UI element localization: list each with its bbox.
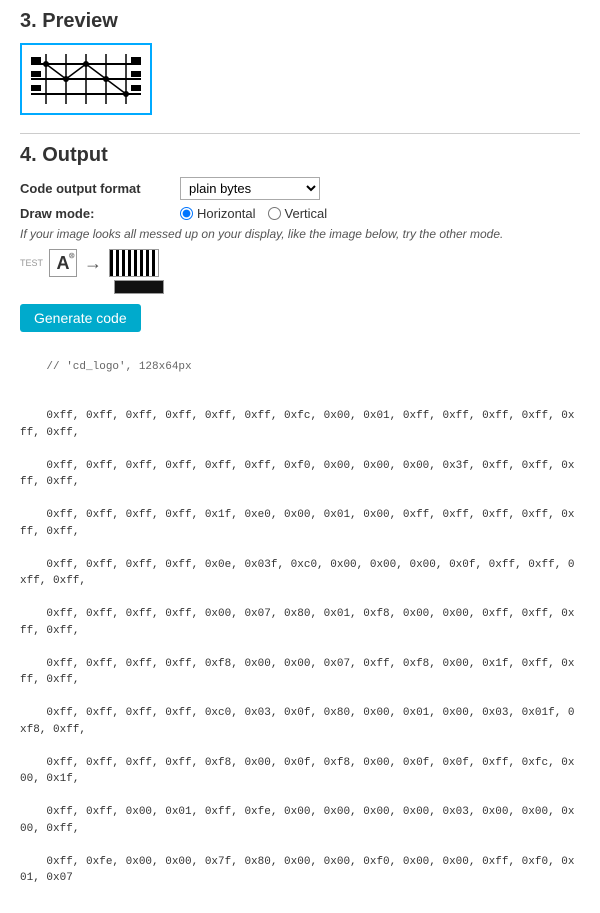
code-format-label: Code output format xyxy=(20,181,180,196)
output-section-title: 4. Output xyxy=(20,144,580,167)
code-line-6: 0xff, 0xff, 0xff, 0xff, 0xc0, 0x03, 0x0f… xyxy=(20,707,575,736)
code-line-2: 0xff, 0xff, 0xff, 0xff, 0x1f, 0xe0, 0x00… xyxy=(20,509,575,538)
code-line-7: 0xff, 0xff, 0xff, 0xff, 0xf8, 0x00, 0x0f… xyxy=(20,757,575,786)
code-format-control: plain bytes Arduino array hex string xyxy=(180,177,320,200)
draw-mode-label: Draw mode: xyxy=(20,206,180,221)
hint-lines-image xyxy=(109,249,159,277)
hint-black-image xyxy=(114,280,164,294)
generate-code-button[interactable]: Generate code xyxy=(20,304,141,332)
hint-spacer2 xyxy=(52,280,80,294)
draw-mode-vertical-label[interactable]: Vertical xyxy=(268,206,328,221)
draw-mode-hint: TEST A ⊗ → xyxy=(20,249,580,294)
code-line-9: 0xff, 0xfe, 0x00, 0x00, 0x7f, 0x80, 0x00… xyxy=(20,856,575,885)
code-line-0: 0xff, 0xff, 0xff, 0xff, 0xff, 0xff, 0xfc… xyxy=(20,410,575,439)
preview-section-title: 3. Preview xyxy=(20,10,580,33)
code-format-row: Code output format plain bytes Arduino a… xyxy=(20,177,580,200)
hint-images-column: TEST A ⊗ → xyxy=(20,249,164,294)
draw-mode-row: Draw mode: Horizontal Vertical xyxy=(20,206,580,221)
hint-letter-overlay: ⊗ xyxy=(68,251,75,260)
divider xyxy=(20,133,580,134)
code-line-1: 0xff, 0xff, 0xff, 0xff, 0xff, 0xff, 0xf0… xyxy=(20,460,575,489)
code-comment: // 'cd_logo', 128x64px xyxy=(46,361,191,373)
preview-image xyxy=(26,49,146,109)
hint-letter-box: A ⊗ xyxy=(49,249,77,277)
preview-section: 3. Preview xyxy=(20,10,580,118)
hint-row-top: TEST A ⊗ → xyxy=(20,249,164,277)
code-line-4: 0xff, 0xff, 0xff, 0xff, 0x00, 0x07, 0x80… xyxy=(20,608,575,637)
hint-text: If your image looks all messed up on you… xyxy=(20,227,580,241)
test-label: TEST xyxy=(20,258,43,268)
draw-mode-vertical-radio[interactable] xyxy=(268,207,281,220)
draw-mode-vertical-text: Vertical xyxy=(285,206,328,221)
preview-image-box xyxy=(20,43,152,115)
hint-spacer xyxy=(20,280,48,294)
code-line-3: 0xff, 0xff, 0xff, 0xff, 0x0e, 0x03f, 0xc… xyxy=(20,559,575,588)
code-line-5: 0xff, 0xff, 0xff, 0xff, 0xf8, 0x00, 0x00… xyxy=(20,658,575,687)
code-line-8: 0xff, 0xff, 0x00, 0x01, 0xff, 0xfe, 0x00… xyxy=(20,806,575,835)
hint-arrow: → xyxy=(84,253,102,274)
hint-row-bottom xyxy=(20,280,164,294)
draw-mode-horizontal-text: Horizontal xyxy=(197,206,256,221)
code-output: // 'cd_logo', 128x64px 0xff, 0xff, 0xff,… xyxy=(20,342,580,903)
code-format-select[interactable]: plain bytes Arduino array hex string xyxy=(180,177,320,200)
output-section: 4. Output Code output format plain bytes… xyxy=(20,144,580,903)
draw-mode-horizontal-label[interactable]: Horizontal xyxy=(180,206,256,221)
draw-mode-horizontal-radio[interactable] xyxy=(180,207,193,220)
draw-mode-radio-group: Horizontal Vertical xyxy=(180,206,327,221)
